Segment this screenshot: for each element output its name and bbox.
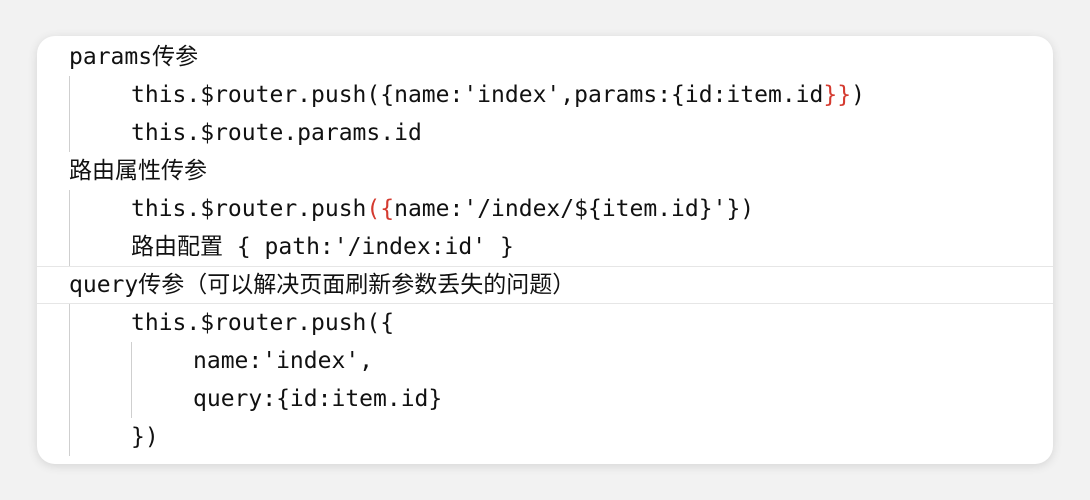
screenshot-card: params传参 this.$router.push({name:'index'… [37, 36, 1053, 464]
line-text: this.$router.push({name:'/index/${item.i… [131, 196, 755, 222]
line-text: 路由配置 { path:'/index:id' } [131, 234, 514, 260]
code-line[interactable]: params传参 [37, 38, 1053, 76]
line-text: params传参 [69, 44, 199, 70]
line-text: }) [131, 424, 159, 450]
code-line[interactable]: this.$router.push({ [37, 304, 1053, 342]
line-text: query:{id:item.id} [193, 386, 443, 412]
code-line[interactable]: 路由配置 { path:'/index:id' } [37, 228, 1053, 266]
code-line[interactable]: this.$router.push({name:'index',params:{… [37, 76, 1053, 114]
line-text: this.$router.push({name:'index',params:{… [131, 82, 865, 108]
line-text: query传参（可以解决页面刷新参数丢失的问题） [69, 272, 576, 298]
line-text: 路由属性传参 [69, 158, 207, 184]
code-line[interactable]: this.$route.params.id [37, 114, 1053, 152]
line-text: name:'index', [193, 348, 374, 374]
code-editor[interactable]: params传参 this.$router.push({name:'index'… [37, 38, 1053, 464]
code-line-current[interactable]: query传参（可以解决页面刷新参数丢失的问题） [37, 266, 1053, 304]
code-line[interactable]: }) [37, 418, 1053, 456]
line-text: this.$route.params.id [131, 120, 422, 146]
line-text: this.$router.push({ [131, 310, 395, 336]
code-line[interactable]: query:{id:item.id} [37, 380, 1053, 418]
code-line[interactable]: 路由属性传参 [37, 152, 1053, 190]
code-line[interactable]: name:'index', [37, 342, 1053, 380]
code-line[interactable]: this.$router.push({name:'/index/${item.i… [37, 190, 1053, 228]
matched-bracket: ({ [366, 196, 395, 222]
matched-bracket: }} [823, 82, 852, 108]
